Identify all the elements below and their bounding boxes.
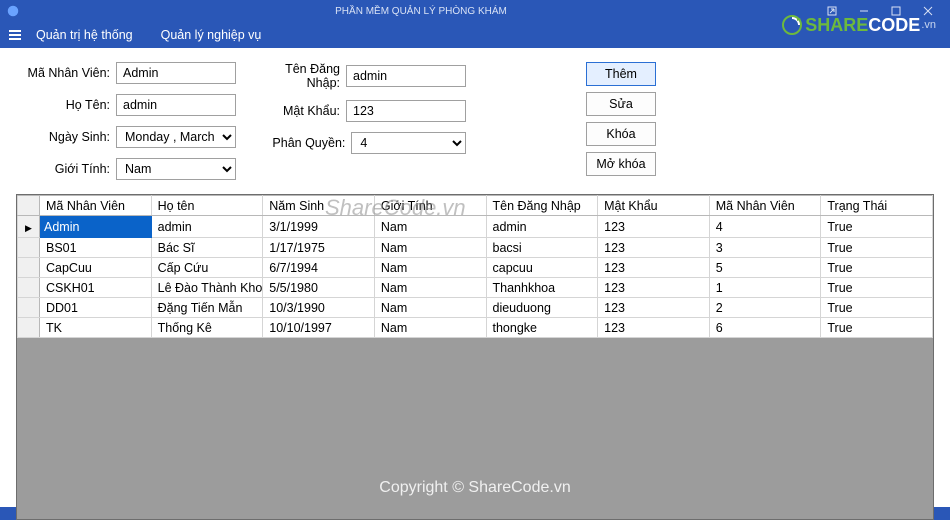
table-row[interactable]: CSKH01Lê Đào Thành Khoa5/5/1980NamThanhk… [18,278,933,298]
input-matkhau[interactable] [346,100,466,122]
table-cell[interactable]: CapCuu [40,258,152,278]
table-cell[interactable]: Đặng Tiến Mẫn [151,298,263,318]
table-cell[interactable]: admin [151,216,263,238]
table-cell[interactable]: bacsi [486,238,598,258]
table-cell[interactable]: capcuu [486,258,598,278]
table-cell[interactable]: Lê Đào Thành Khoa [151,278,263,298]
label-matkhau: Mật Khẩu: [256,104,340,118]
them-button[interactable]: Thêm [586,62,656,86]
table-cell[interactable]: dieuduong [486,298,598,318]
table-row[interactable]: DD01Đặng Tiến Mẫn10/3/1990Namdieuduong12… [18,298,933,318]
label-ngaysinh: Ngày Sinh: [26,130,110,144]
label-phanquyen: Phân Quyền: [256,136,345,150]
table-cell[interactable]: Nam [374,258,486,278]
select-ngaysinh[interactable]: Monday , March [116,126,236,148]
input-tendn[interactable] [346,65,466,87]
table-cell[interactable]: 123 [598,318,710,338]
input-manv[interactable] [116,62,236,84]
select-gioitinh[interactable]: Nam [116,158,236,180]
table-cell[interactable]: thongke [486,318,598,338]
table-cell[interactable]: CSKH01 [40,278,152,298]
form-area: Mã Nhân Viên: Họ Tên: Ngày Sinh: Monday … [0,48,950,188]
table-cell[interactable]: 10/3/1990 [263,298,375,318]
table-cell[interactable]: Nam [374,298,486,318]
table-cell[interactable]: BS01 [40,238,152,258]
col-header[interactable]: Giới Tính [374,196,486,216]
menu-icon[interactable] [8,28,22,42]
table-cell[interactable]: Admin [40,216,152,238]
table-cell[interactable]: Thanhkhoa [486,278,598,298]
col-header[interactable]: Trạng Thái [821,196,933,216]
table-cell[interactable]: Nam [374,216,486,238]
table-row[interactable]: TKThống Kê10/10/1997Namthongke1236True [18,318,933,338]
col-header[interactable]: Họ tên [151,196,263,216]
table-cell[interactable]: 123 [598,298,710,318]
sua-button[interactable]: Sửa [586,92,656,116]
table-row[interactable]: CapCuuCấp Cứu6/7/1994Namcapcuu1235True [18,258,933,278]
table-cell[interactable]: 123 [598,216,710,238]
table-cell[interactable]: 123 [598,258,710,278]
input-hoten[interactable] [116,94,236,116]
table-cell[interactable]: Nam [374,318,486,338]
table-cell[interactable]: Cấp Cứu [151,258,263,278]
table-cell[interactable]: 123 [598,278,710,298]
table-row[interactable]: BS01Bác Sĩ1/17/1975Nambacsi1233True [18,238,933,258]
col-header[interactable]: Mật Khẩu [598,196,710,216]
khoa-button[interactable]: Khóa [586,122,656,146]
table-cell[interactable]: True [821,278,933,298]
table-cell[interactable]: 1 [709,278,821,298]
table-cell[interactable]: 1/17/1975 [263,238,375,258]
col-header[interactable]: Mã Nhân Viên [40,196,152,216]
table-cell[interactable]: Nam [374,278,486,298]
label-tendn: Tên Đăng Nhập: [256,62,340,90]
table-cell[interactable]: 123 [598,238,710,258]
menu-item-system[interactable]: Quản trị hệ thống [36,28,133,42]
label-gioitinh: Giới Tính: [26,162,110,176]
table-cell[interactable]: True [821,216,933,238]
table-cell[interactable]: 5/5/1980 [263,278,375,298]
table-cell[interactable]: admin [486,216,598,238]
table-cell[interactable]: True [821,258,933,278]
table-cell[interactable]: TK [40,318,152,338]
table-cell[interactable]: DD01 [40,298,152,318]
table-cell[interactable]: 3 [709,238,821,258]
label-hoten: Họ Tên: [26,98,110,112]
table-cell[interactable]: Bác Sĩ [151,238,263,258]
window-title: PHẦN MỀM QUẢN LÝ PHÒNG KHÁM [26,6,816,17]
table-cell[interactable]: Nam [374,238,486,258]
data-grid[interactable]: Mã Nhân ViênHọ tênNăm SinhGiới TínhTên Đ… [16,194,934,520]
table-cell[interactable]: True [821,298,933,318]
label-manv: Mã Nhân Viên: [26,66,110,80]
table-row[interactable]: ▶Adminadmin3/1/1999Namadmin1234True [18,216,933,238]
table-cell[interactable]: 6 [709,318,821,338]
table-cell[interactable]: 10/10/1997 [263,318,375,338]
table-cell[interactable]: Thống Kê [151,318,263,338]
mokhoa-button[interactable]: Mở khóa [586,152,656,176]
table-cell[interactable]: 4 [709,216,821,238]
table-cell[interactable]: True [821,238,933,258]
app-icon [6,4,20,18]
menu-item-business[interactable]: Quản lý nghiệp vụ [161,28,262,42]
table-cell[interactable]: 2 [709,298,821,318]
table-cell[interactable]: True [821,318,933,338]
table-cell[interactable]: 6/7/1994 [263,258,375,278]
sharecode-logo: SHARECODE.vn [781,14,936,36]
table-cell[interactable]: 5 [709,258,821,278]
col-header[interactable]: Năm Sinh [263,196,375,216]
table-header-row: Mã Nhân ViênHọ tênNăm SinhGiới TínhTên Đ… [18,196,933,216]
select-phanquyen[interactable]: 4 [351,132,466,154]
col-header[interactable]: Mã Nhân Viên [709,196,821,216]
table-cell[interactable]: 3/1/1999 [263,216,375,238]
col-header[interactable]: Tên Đăng Nhập [486,196,598,216]
